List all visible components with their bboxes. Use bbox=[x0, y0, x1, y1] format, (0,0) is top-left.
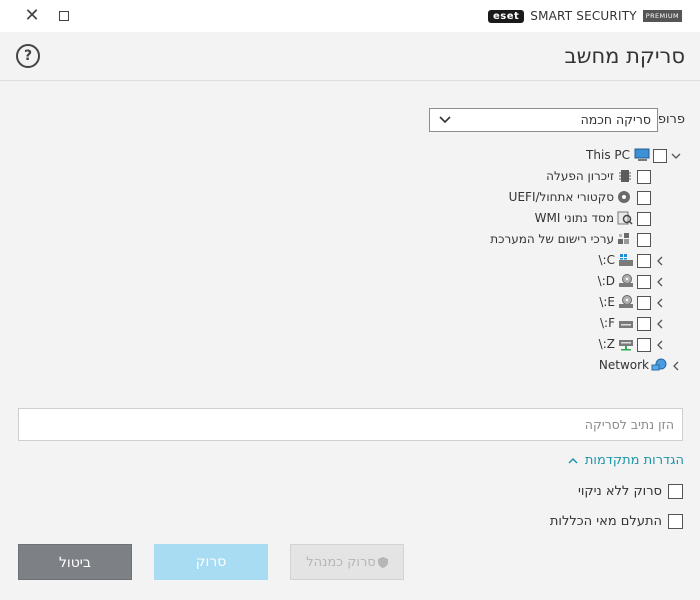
tree-item-memory[interactable]: זיכרון הפעלה bbox=[440, 167, 660, 187]
maximize-icon[interactable] bbox=[59, 11, 69, 21]
chevron-right-icon[interactable] bbox=[655, 318, 665, 330]
tree-item-label: Z:\ bbox=[598, 337, 615, 351]
chevron-right-icon[interactable] bbox=[671, 360, 681, 372]
scan-button[interactable]: סרוק bbox=[154, 544, 268, 580]
disc-icon bbox=[618, 191, 630, 203]
optical-drive-icon bbox=[619, 274, 633, 287]
tree-item-drive-z[interactable]: Z:\ bbox=[560, 335, 690, 355]
chevron-right-icon[interactable] bbox=[655, 297, 665, 309]
cancel-button[interactable]: ביטול bbox=[18, 544, 132, 580]
network-drive-icon bbox=[619, 340, 633, 351]
shield-icon bbox=[377, 557, 388, 568]
tree-item-drive-d[interactable]: D:\ bbox=[560, 272, 690, 292]
optical-drive-icon bbox=[619, 295, 633, 308]
chevron-down-icon[interactable] bbox=[671, 150, 681, 162]
option-label: התעלם מאי הכללות bbox=[549, 513, 662, 529]
tree-item-label: מסד נתוני WMI bbox=[534, 211, 614, 225]
profile-selected-value: סריקה חכמה bbox=[580, 112, 651, 127]
chevron-up-icon bbox=[568, 457, 578, 464]
tree-checkbox[interactable] bbox=[637, 170, 651, 184]
memory-icon bbox=[619, 170, 631, 182]
tree-item-drive-c[interactable]: C:\ bbox=[560, 251, 690, 271]
tree-item-label: Network bbox=[598, 358, 649, 372]
network-icon bbox=[651, 358, 667, 371]
tree-item-registry[interactable]: ערכי רישום של המערכת bbox=[440, 230, 660, 250]
page-title: סריקת מחשב bbox=[564, 44, 685, 68]
option-checkbox[interactable] bbox=[668, 483, 683, 499]
tree-checkbox[interactable] bbox=[637, 233, 651, 247]
brand-tier-badge: PREMIUM bbox=[642, 10, 682, 22]
registry-icon bbox=[618, 233, 629, 244]
tree-item-label: זיכרון הפעלה bbox=[546, 169, 614, 183]
advanced-settings-label: הגדרות מתקדמות bbox=[584, 453, 684, 468]
windows-drive-icon bbox=[619, 254, 633, 266]
tree-checkbox[interactable] bbox=[637, 191, 651, 205]
header-divider bbox=[0, 80, 700, 81]
scan-path-input[interactable]: הזן נתיב לסריקה bbox=[18, 408, 683, 441]
tree-item-label: This PC bbox=[586, 148, 630, 162]
close-icon[interactable]: ✕ bbox=[22, 6, 42, 26]
chevron-right-icon[interactable] bbox=[655, 276, 665, 288]
tree-item-label: D:\ bbox=[597, 274, 615, 288]
tree-checkbox[interactable] bbox=[637, 296, 651, 310]
advanced-settings-toggle[interactable]: הגדרות מתקדמות bbox=[567, 453, 684, 468]
tree-item-label: ערכי רישום של המערכת bbox=[490, 232, 614, 246]
help-icon[interactable]: ? bbox=[16, 44, 40, 68]
tree-item-label: E:\ bbox=[599, 295, 615, 309]
chevron-right-icon[interactable] bbox=[655, 339, 665, 351]
tree-item-label: C:\ bbox=[598, 253, 615, 267]
title-bar: ✕ eset SMART SECURITY PREMIUM bbox=[0, 0, 700, 32]
eset-logo: eset bbox=[487, 9, 525, 23]
brand: eset SMART SECURITY PREMIUM bbox=[487, 9, 682, 23]
tree-item-boot-sectors[interactable]: סקטורי אתחול/UEFI bbox=[440, 188, 660, 208]
tree-checkbox[interactable] bbox=[637, 338, 651, 352]
tree-item-network[interactable]: Network bbox=[560, 356, 690, 376]
option-ignore-exclusions[interactable]: התעלם מאי הכללות bbox=[550, 512, 683, 530]
drive-icon bbox=[619, 321, 633, 328]
tree-item-drive-e[interactable]: E:\ bbox=[560, 293, 690, 313]
tree-item-this-pc[interactable]: This PC bbox=[560, 146, 690, 166]
tree-checkbox[interactable] bbox=[637, 275, 651, 289]
scan-as-admin-label: סרוק כמנהל bbox=[306, 555, 376, 570]
option-scan-without-cleaning[interactable]: סרוק ללא ניקוי bbox=[578, 482, 683, 500]
tree-checkbox[interactable] bbox=[637, 254, 651, 268]
brand-name: SMART SECURITY bbox=[530, 9, 637, 23]
scan-as-admin-button[interactable]: סרוק כמנהל bbox=[290, 544, 404, 580]
tree-checkbox[interactable] bbox=[653, 149, 667, 163]
chevron-down-icon bbox=[439, 116, 451, 124]
tree-checkbox[interactable] bbox=[637, 212, 651, 226]
option-label: סרוק ללא ניקוי bbox=[577, 483, 662, 499]
wmi-icon bbox=[617, 211, 633, 225]
option-checkbox[interactable] bbox=[668, 513, 683, 529]
tree-item-label: F:\ bbox=[600, 316, 615, 330]
tree-item-wmi[interactable]: מסד נתוני WMI bbox=[440, 209, 660, 229]
chevron-right-icon[interactable] bbox=[655, 255, 665, 267]
scan-path-placeholder: הזן נתיב לסריקה bbox=[584, 417, 674, 432]
tree-item-label: סקטורי אתחול/UEFI bbox=[508, 190, 614, 204]
computer-icon bbox=[634, 148, 650, 161]
tree-checkbox[interactable] bbox=[637, 317, 651, 331]
tree-item-drive-f[interactable]: F:\ bbox=[560, 314, 690, 334]
profile-select[interactable]: סריקה חכמה bbox=[429, 108, 658, 132]
